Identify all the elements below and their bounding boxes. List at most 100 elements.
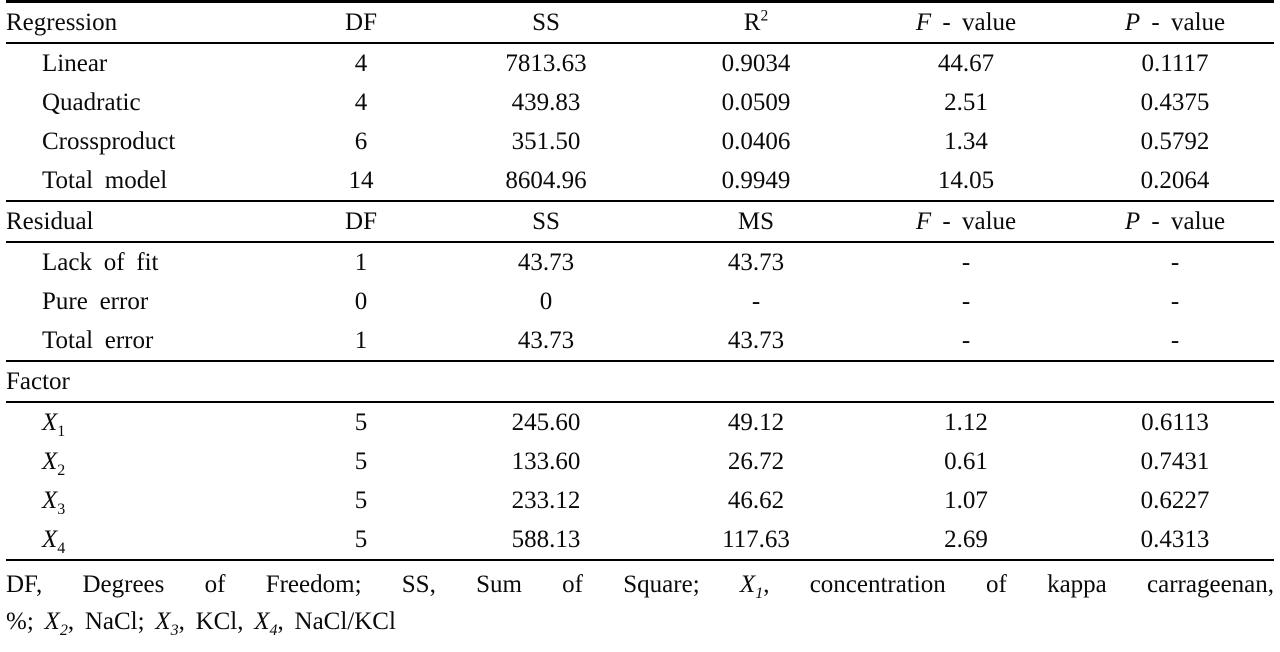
table-row: X3 5 233.12 46.62 1.07 0.6227 <box>6 481 1274 520</box>
cell-ms: 43.73 <box>727 249 785 276</box>
footnote-unit-text: %; <box>6 608 45 635</box>
p-symbol: P <box>1124 208 1141 235</box>
cell-p: 0.2064 <box>1140 167 1210 194</box>
cell-ms: 46.62 <box>727 487 785 514</box>
cell-df: 1 <box>354 249 368 276</box>
column-header-f-value: F - value <box>856 0 1076 44</box>
cell-ss: 0 <box>539 288 553 315</box>
cell-ms: 117.63 <box>722 526 790 553</box>
cell-ms: 43.73 <box>727 327 785 354</box>
table-row: Quadratic 4 439.83 0.0509 2.51 0.4375 <box>6 83 1274 122</box>
cell-df: 14 <box>348 167 374 194</box>
factor-header-ms <box>656 360 856 403</box>
table-row: Pure error 0 0 - - - <box>6 282 1274 321</box>
row-label-factor: X4 <box>6 520 286 560</box>
factor-subscript: 2 <box>57 462 66 479</box>
row-label: Total error <box>42 327 154 354</box>
table-row: X2 5 133.60 26.72 0.61 0.7431 <box>6 442 1274 481</box>
cell-ss: 133.60 <box>511 448 581 475</box>
cell-p: 0.7431 <box>1140 448 1210 475</box>
cell-f: 0.61 <box>944 448 988 475</box>
row-label-factor: X1 <box>6 402 286 442</box>
cell-f: 2.69 <box>944 526 988 553</box>
column-header-ms: MS <box>656 200 856 243</box>
cell-p: 0.5792 <box>1140 128 1210 155</box>
factor-subscript: 4 <box>57 540 66 557</box>
row-label-factor: X2 <box>6 442 286 481</box>
table-row: X1 5 245.60 49.12 1.12 0.6113 <box>6 402 1274 442</box>
anova-results-table: Regression DF SS R2 F - value P - value … <box>6 0 1274 562</box>
cell-ss: 588.13 <box>511 526 581 553</box>
cell-df: 1 <box>354 327 368 354</box>
cell-f: - <box>961 327 971 354</box>
cell-p: 0.4313 <box>1140 526 1210 553</box>
row-label-factor: X3 <box>6 481 286 520</box>
cell-f: 1.12 <box>944 409 988 436</box>
cell-ss: 43.73 <box>517 249 575 276</box>
factor-header-df <box>286 360 436 403</box>
cell-df: 4 <box>354 89 368 116</box>
cell-p: 0.4375 <box>1140 89 1210 116</box>
footnote-x4-subscript: 4 <box>269 622 278 639</box>
cell-df: 5 <box>354 409 368 436</box>
cell-p: 0.6227 <box>1140 487 1210 514</box>
regression-header-row: Regression DF SS R2 F - value P - value <box>6 0 1274 44</box>
cell-r2: 0.0509 <box>721 89 791 116</box>
cell-ss: 245.60 <box>511 409 581 436</box>
footnote-x2-subscript: 2 <box>59 622 68 639</box>
cell-f: 1.07 <box>944 487 988 514</box>
cell-f: 14.05 <box>937 167 995 194</box>
cell-ss: 7813.63 <box>505 50 587 77</box>
cell-df: 5 <box>354 526 368 553</box>
table-row: Total error 1 43.73 43.73 - - <box>6 321 1274 361</box>
f-symbol: F <box>915 208 932 235</box>
cell-r2: 0.9034 <box>721 50 791 77</box>
residual-header-row: Residual DF SS MS F - value P - value <box>6 200 1274 243</box>
table-row: Crossproduct 6 351.50 0.0406 1.34 0.5792 <box>6 122 1274 161</box>
table-row: Linear 4 7813.63 0.9034 44.67 0.1117 <box>6 43 1274 83</box>
r2-base: R <box>743 9 761 36</box>
cell-df: 4 <box>354 50 368 77</box>
row-label: Lack of fit <box>42 249 159 276</box>
column-header-ss: SS <box>436 0 656 44</box>
cell-ss: 8604.96 <box>505 167 587 194</box>
cell-df: 5 <box>354 487 368 514</box>
row-label: Quadratic <box>42 89 141 116</box>
f-value-text: - value <box>942 9 1017 36</box>
table-row: Total model 14 8604.96 0.9949 14.05 0.20… <box>6 161 1274 201</box>
table-container: Regression DF SS R2 F - value P - value … <box>0 0 1280 652</box>
p-value-text: - value <box>1151 208 1226 235</box>
cell-p: - <box>1170 327 1180 354</box>
cell-ss: 351.50 <box>511 128 581 155</box>
cell-f: 44.67 <box>937 50 995 77</box>
residual-header-label: Residual <box>6 200 286 243</box>
table-footnote: DF, Degrees of Freedom; SS, Sum of Squar… <box>6 561 1274 640</box>
row-label: Pure error <box>42 288 149 315</box>
p-symbol: P <box>1124 9 1141 36</box>
p-value-text: - value <box>1151 9 1226 36</box>
column-header-ss: SS <box>436 200 656 243</box>
f-value-text: - value <box>942 208 1017 235</box>
footnote-line-2: %; X2, NaCl; X3, KCl, X4, NaCl/KCl <box>6 603 1274 640</box>
factor-header-f <box>856 360 1076 403</box>
column-header-p-value: P - value <box>1076 0 1274 44</box>
table-row: X4 5 588.13 117.63 2.69 0.4313 <box>6 520 1274 560</box>
row-label: Total model <box>42 167 168 194</box>
cell-ss: 233.12 <box>511 487 581 514</box>
column-header-r2: R2 <box>656 0 856 44</box>
footnote-line-1: DF, Degrees of Freedom; SS, Sum of Squar… <box>6 566 1274 603</box>
cell-f: 2.51 <box>944 89 988 116</box>
footnote-x3-subscript: 3 <box>170 622 179 639</box>
footnote-x4-description: , NaCl/KCl <box>277 608 396 635</box>
column-header-p-value: P - value <box>1076 200 1274 243</box>
footnote-x2-description: , NaCl; <box>67 608 156 635</box>
factor-symbol: X <box>42 526 58 553</box>
factor-subscript: 3 <box>57 501 66 518</box>
footnote-x1-symbol: X <box>739 571 756 598</box>
cell-p: 0.6113 <box>1141 409 1209 436</box>
factor-symbol: X <box>42 487 58 514</box>
cell-p: - <box>1170 288 1180 315</box>
cell-df: 0 <box>354 288 368 315</box>
column-header-f-value: F - value <box>856 200 1076 243</box>
footnote-x1-subscript: 1 <box>755 585 764 602</box>
